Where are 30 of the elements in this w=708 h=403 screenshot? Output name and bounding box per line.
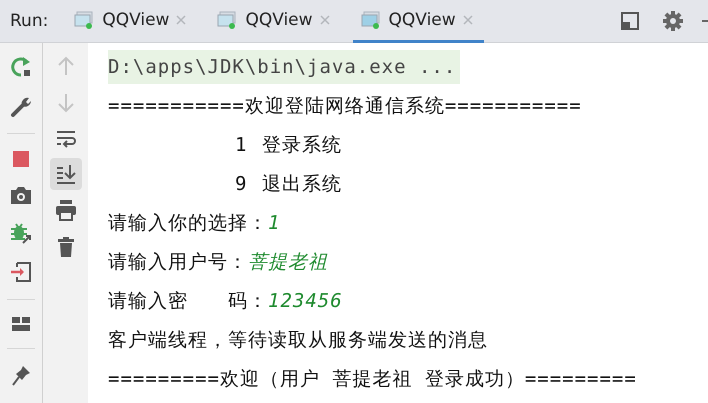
typed-text: 菩提老祖: [248, 250, 328, 274]
typed-text: 123456: [268, 290, 343, 312]
stop-icon[interactable]: [11, 149, 31, 169]
typed-text: 1: [268, 212, 280, 234]
run-tab[interactable]: QQView: [209, 0, 341, 42]
menu-number: 9: [235, 172, 248, 194]
import-icon[interactable]: [9, 260, 33, 284]
menu-option: 登录系统: [262, 132, 342, 158]
output-line: 客户端线程，等待读取从服务端发送的消息: [108, 328, 488, 352]
layout-icon[interactable]: [11, 315, 31, 333]
trash-icon[interactable]: [56, 236, 76, 258]
camera-icon[interactable]: [9, 184, 33, 206]
rerun-icon[interactable]: [9, 55, 33, 79]
prompt-text: 请输入用户号：: [108, 250, 248, 274]
pin-icon[interactable]: [10, 364, 32, 388]
prompt-text: 请输入密 码：: [108, 288, 268, 314]
menu-option: 退出系统: [262, 170, 342, 196]
prompt-text: 请输入你的选择：: [108, 210, 268, 236]
bug-icon[interactable]: [9, 221, 33, 245]
layout-icon[interactable]: [620, 11, 640, 31]
scroll-to-end-icon: [54, 163, 76, 185]
print-icon[interactable]: [54, 199, 76, 221]
settings-icon[interactable]: [662, 10, 684, 32]
soft-wrap-icon[interactable]: [54, 129, 76, 149]
output-line: ===========欢迎登陆网络通信系统===========: [108, 94, 582, 118]
run-tab[interactable]: QQView: [66, 0, 198, 42]
run-label: Run:: [10, 11, 48, 31]
menu-number: 1: [235, 134, 248, 156]
output-line: =========欢迎（用户 菩提老祖 登录成功）=========: [108, 366, 637, 392]
scroll-to-end-button[interactable]: [50, 158, 82, 190]
